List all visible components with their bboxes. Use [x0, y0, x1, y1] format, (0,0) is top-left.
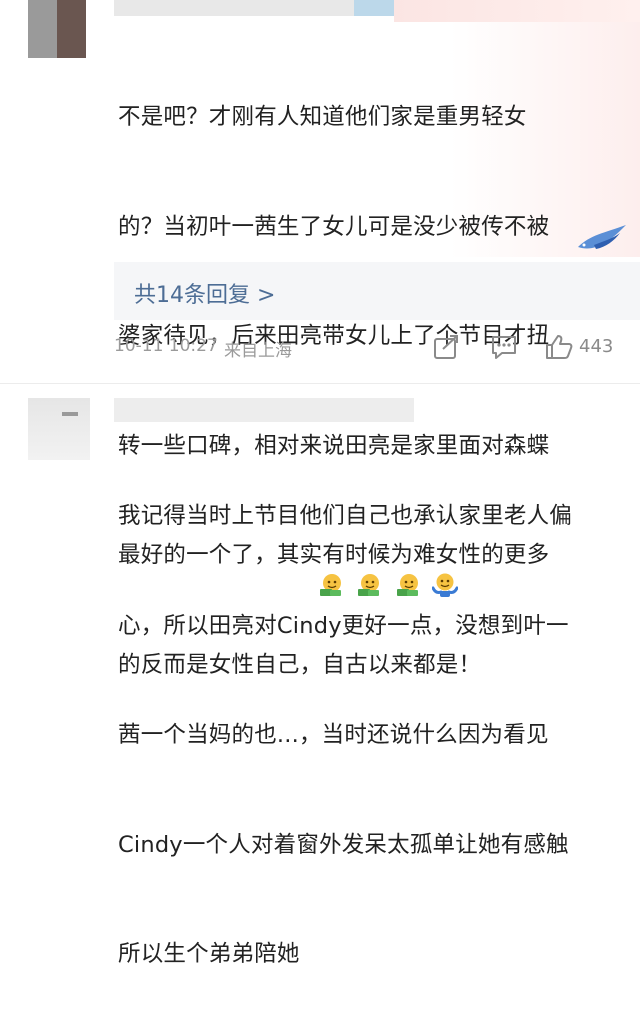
share-icon[interactable]	[433, 334, 461, 360]
blurred-username-2	[114, 398, 414, 422]
like-icon[interactable]	[545, 334, 573, 360]
replies-label: 共14条回复 >	[134, 283, 276, 308]
blurred-avatar-2-mark	[62, 412, 78, 416]
view-replies-button[interactable]: 共14条回复 >	[114, 262, 640, 320]
comment-time: 10-11 10:27	[114, 336, 218, 356]
comment-line: Cindy一个人对着窗外发呆太孤单让她有感触	[118, 831, 569, 858]
comment-line: 不是吧？才刚有人知道他们家是重男轻女	[118, 104, 527, 130]
comment-icon[interactable]	[490, 334, 518, 360]
money-face-icon	[358, 574, 379, 596]
money-face-icon	[320, 574, 341, 596]
money-face-icon	[397, 574, 418, 596]
comment-line: 心，所以田亮对Cindy更好一点，没想到叶一	[118, 612, 569, 639]
blurred-avatar-1	[28, 0, 86, 58]
comment-line: 我记得当时上节目他们自己也承认家里老人偏	[118, 503, 573, 529]
comment-line: 所以生个弟弟陪她	[118, 941, 300, 967]
blurred-avatar-2	[28, 398, 90, 460]
bird-badge-icon	[578, 225, 626, 249]
blurred-username-1b	[354, 0, 394, 16]
blurred-badge-1	[394, 0, 640, 22]
comment-location: 来自上海	[224, 341, 292, 361]
divider	[0, 383, 640, 384]
comment-line: 茜一个当妈的也...，当时还说什么因为看见	[118, 722, 549, 748]
shrug-face-icon	[432, 573, 458, 597]
comment-line: 的？当初叶一茜生了女儿可是没少被传不被	[118, 213, 550, 240]
like-count: 443	[579, 336, 614, 357]
blurred-username-1	[114, 0, 354, 16]
comment-2-text: 我记得当时上节目他们自己也承认家里老人偏 心，所以田亮对Cindy更好一点，没想…	[118, 425, 572, 1009]
